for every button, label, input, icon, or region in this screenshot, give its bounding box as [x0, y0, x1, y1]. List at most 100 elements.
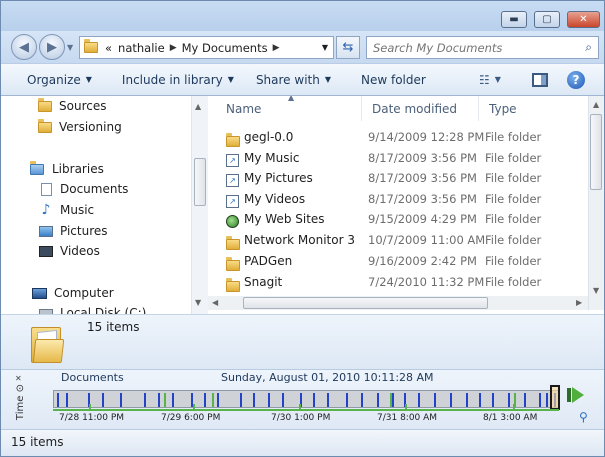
- timeline-grid-mark: [299, 404, 301, 411]
- close-button[interactable]: ✕: [567, 11, 600, 28]
- nav-item-pictures[interactable]: Pictures: [38, 224, 108, 238]
- column-header-date-modified[interactable]: Date modified: [362, 96, 479, 121]
- timeline-export-button[interactable]: [567, 386, 589, 404]
- timeline-activity-tick: [172, 393, 174, 407]
- timeline-cursor-handle[interactable]: [550, 385, 560, 410]
- scroll-down-icon[interactable]: ▼: [195, 298, 201, 307]
- nav-item-sources[interactable]: Sources: [37, 97, 106, 113]
- file-list-horizontal-scrollbar[interactable]: ◀ ▶: [208, 296, 588, 310]
- horizontal-scroll-thumb[interactable]: [243, 297, 488, 309]
- column-header-label: Type: [489, 101, 517, 116]
- timeline-search-icon[interactable]: ⚲: [579, 410, 588, 424]
- share-with-button[interactable]: Share with ▼: [256, 63, 331, 96]
- preview-pane-button[interactable]: [532, 73, 548, 87]
- timeline-activity-tick: [539, 393, 541, 407]
- help-icon: ?: [572, 73, 580, 87]
- breadcrumb-overflow[interactable]: «: [102, 41, 115, 55]
- file-type: File folder: [485, 151, 542, 165]
- new-folder-button[interactable]: New folder: [361, 63, 426, 96]
- file-list-pane: ▲ Name Date modified Type gegl-0.0 9/14/…: [208, 96, 604, 314]
- file-type: File folder: [485, 130, 542, 144]
- column-header-type[interactable]: Type: [479, 96, 589, 121]
- file-row-snagit[interactable]: Snagit 7/24/2010 11:32 PM File folder: [208, 272, 588, 292]
- pictures-icon: [38, 224, 54, 238]
- collapse-timeline-icon[interactable]: ✕: [15, 374, 22, 383]
- timeline-activity-tick: [240, 393, 242, 407]
- scroll-down-icon[interactable]: ▼: [593, 286, 599, 295]
- file-date: 8/17/2009 3:56 PM: [368, 151, 477, 165]
- recent-pages-button[interactable]: ▼: [67, 43, 73, 52]
- file-row-my-web-sites[interactable]: My Web Sites 9/15/2009 4:29 PM File fold…: [208, 209, 588, 229]
- scroll-up-icon[interactable]: ▲: [593, 100, 599, 109]
- nav-item-documents[interactable]: Documents: [38, 182, 128, 196]
- search-icon[interactable]: ⌕: [585, 40, 592, 55]
- file-row-gegl[interactable]: gegl-0.0 9/14/2009 12:28 PM File folder: [208, 127, 588, 147]
- file-date: 7/24/2010 11:32 PM: [368, 275, 485, 289]
- nav-item-videos[interactable]: Videos: [38, 244, 100, 258]
- breadcrumb-separator-icon[interactable]: ▶: [271, 43, 282, 53]
- file-type: File folder: [485, 171, 542, 185]
- scroll-right-icon[interactable]: ▶: [576, 298, 582, 307]
- music-icon: ♪: [41, 202, 51, 218]
- file-row-network-monitor[interactable]: Network Monitor 3 10/7/2009 11:00 AM Fil…: [208, 230, 588, 250]
- change-view-button[interactable]: ☷ ▼: [479, 63, 501, 96]
- file-type: File folder: [485, 212, 542, 226]
- title-bar[interactable]: ▬ ▢ ✕: [1, 1, 604, 31]
- back-button[interactable]: ◀: [11, 34, 37, 60]
- file-row-padgen[interactable]: PADGen 9/16/2009 2:42 PM File folder: [208, 251, 588, 271]
- location-folder-icon: [84, 39, 98, 53]
- file-row-my-pictures[interactable]: ↗ My Pictures 8/17/2009 3:56 PM File fol…: [208, 168, 588, 188]
- preview-pane-icon: [541, 75, 546, 85]
- nav-item-local-disk[interactable]: Local Disk (C:): [38, 306, 146, 314]
- breadcrumb-nathalie[interactable]: nathalie: [115, 41, 168, 55]
- search-box[interactable]: ⌕: [366, 36, 599, 59]
- nav-item-computer[interactable]: Computer: [30, 286, 114, 300]
- forward-button[interactable]: ▶: [39, 34, 65, 60]
- timeline-activity-tick: [492, 393, 494, 407]
- timeline-activity-tick: [120, 393, 122, 407]
- file-name: My Pictures: [244, 171, 313, 185]
- include-in-library-button[interactable]: Include in library ▼: [122, 63, 234, 96]
- scroll-left-icon[interactable]: ◀: [212, 298, 218, 307]
- timeline-grid-mark: [89, 404, 91, 411]
- chevron-down-icon: ▼: [67, 43, 74, 52]
- file-list-vertical-scrollbar[interactable]: ▲ ▼: [588, 96, 604, 310]
- nav-item-music[interactable]: ♪ Music: [38, 202, 95, 218]
- file-type: File folder: [485, 275, 542, 289]
- help-button[interactable]: ?: [567, 71, 585, 89]
- column-header-name[interactable]: Name: [216, 96, 362, 121]
- nav-item-versioning[interactable]: Versioning: [37, 118, 122, 134]
- address-bar[interactable]: « nathalie ▶ My Documents ▶ ▼: [79, 36, 334, 59]
- organize-button[interactable]: Organize ▼: [27, 63, 92, 96]
- maximize-button[interactable]: ▢: [534, 11, 560, 28]
- breadcrumb-separator-icon[interactable]: ▶: [168, 43, 179, 53]
- column-header-label: Name: [226, 101, 262, 116]
- back-arrow-icon: ◀: [19, 39, 29, 55]
- nav-item-libraries[interactable]: Libraries: [28, 160, 104, 176]
- nav-item-label: Music: [60, 203, 95, 217]
- address-dropdown-icon[interactable]: ▼: [322, 43, 328, 52]
- navigation-scroll-thumb[interactable]: [194, 158, 206, 206]
- file-row-my-music[interactable]: ↗ My Music 8/17/2009 3:56 PM File folder: [208, 148, 588, 168]
- timeline-activity-tick: [450, 393, 452, 407]
- navigation-scrollbar[interactable]: ▲ ▼: [191, 96, 208, 314]
- timeline-activity-tick: [346, 393, 348, 407]
- timeline-tick-label: 7/29 6:00 PM: [161, 413, 221, 423]
- timeline-grid-line: [53, 409, 559, 411]
- scroll-up-icon[interactable]: ▲: [195, 102, 201, 111]
- minimize-button[interactable]: ▬: [501, 11, 527, 28]
- nav-item-label: Versioning: [59, 120, 122, 134]
- vertical-scroll-thumb[interactable]: [590, 114, 602, 190]
- timeline-track[interactable]: [53, 390, 559, 408]
- chevron-down-icon: ▼: [227, 75, 234, 84]
- timeline-activity-tick: [57, 393, 59, 407]
- maximize-icon: ▢: [542, 14, 552, 25]
- timeline-activity-tick: [158, 393, 160, 407]
- timeline-grid-mark: [405, 404, 407, 411]
- command-bar: Organize ▼ Include in library ▼ Share with…: [1, 63, 604, 96]
- refresh-button[interactable]: ⇆: [336, 36, 360, 59]
- breadcrumb-my-documents[interactable]: My Documents: [179, 41, 271, 55]
- nav-item-label: Local Disk (C:): [60, 306, 147, 314]
- search-input[interactable]: [367, 37, 567, 58]
- file-row-my-videos[interactable]: ↗ My Videos 8/17/2009 3:56 PM File folde…: [208, 189, 588, 209]
